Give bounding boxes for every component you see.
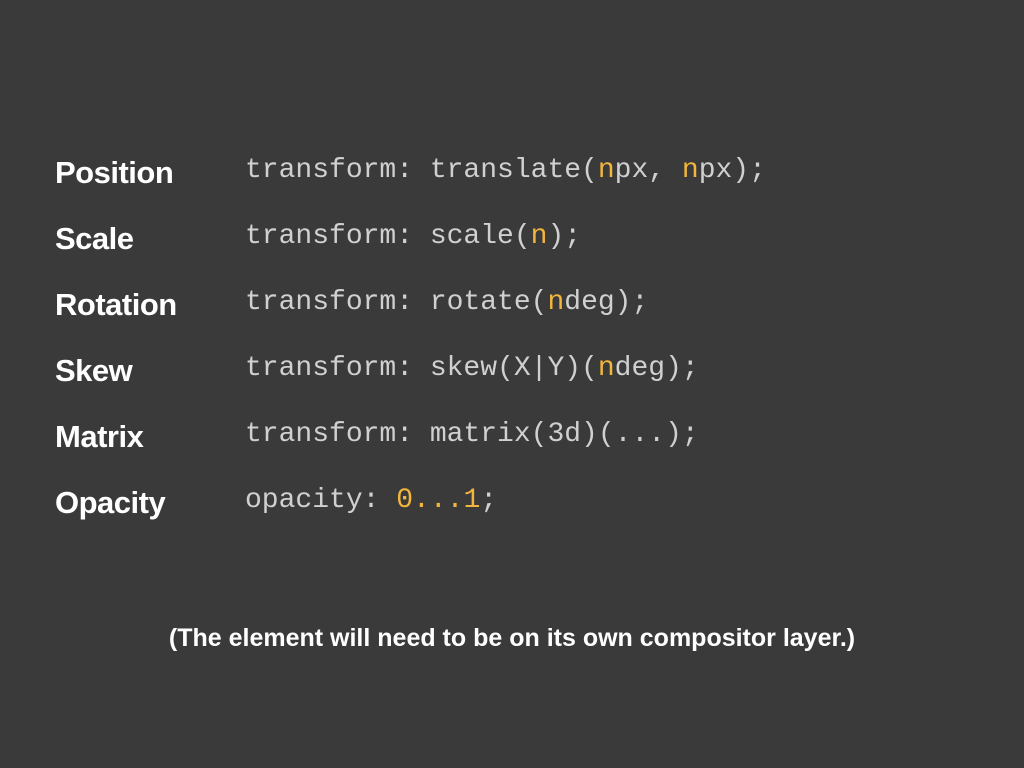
code-text: px); — [699, 155, 766, 186]
property-label: Matrix — [55, 419, 245, 455]
code-text: px, — [615, 155, 682, 186]
property-table: Positiontransform: translate(npx, npx);S… — [55, 155, 969, 521]
property-code: transform: rotate(ndeg); — [245, 287, 969, 323]
property-label: Skew — [55, 353, 245, 389]
property-code: transform: matrix(3d)(...); — [245, 419, 969, 455]
property-code: transform: scale(n); — [245, 221, 969, 257]
property-code: opacity: 0...1; — [245, 485, 969, 521]
code-text: transform: matrix(3d)(...); — [245, 419, 699, 450]
code-text: opacity: — [245, 485, 396, 516]
code-highlight: n — [682, 155, 699, 186]
property-label: Rotation — [55, 287, 245, 323]
code-highlight: n — [598, 353, 615, 384]
code-text: deg); — [564, 287, 648, 318]
code-text: deg); — [615, 353, 699, 384]
code-highlight: n — [598, 155, 615, 186]
code-text: transform: translate( — [245, 155, 598, 186]
slide: Positiontransform: translate(npx, npx);S… — [0, 0, 1024, 768]
property-label: Scale — [55, 221, 245, 257]
code-text: transform: skew(X|Y)( — [245, 353, 598, 384]
code-text: ; — [480, 485, 497, 516]
code-text: transform: scale( — [245, 221, 531, 252]
footnote: (The element will need to be on its own … — [0, 624, 1024, 653]
property-label: Opacity — [55, 485, 245, 521]
code-text: transform: rotate( — [245, 287, 547, 318]
property-code: transform: translate(npx, npx); — [245, 155, 969, 191]
code-highlight: n — [547, 287, 564, 318]
code-highlight: n — [531, 221, 548, 252]
property-label: Position — [55, 155, 245, 191]
property-code: transform: skew(X|Y)(ndeg); — [245, 353, 969, 389]
code-text: ); — [547, 221, 581, 252]
code-highlight: 0...1 — [396, 485, 480, 516]
